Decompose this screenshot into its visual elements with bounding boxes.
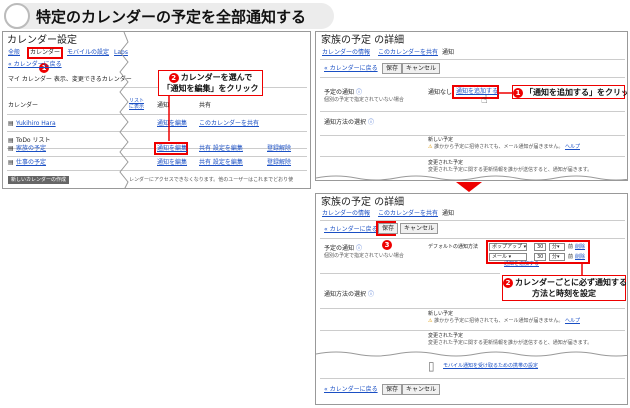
tab-calendar-info[interactable]: カレンダーの情報 [322,211,370,217]
my-calendars-heading: マイ カレンダー 表示、変更できるカレンダー [8,76,132,83]
details-heading: 家族の予定 の詳細 [321,197,405,208]
event-notify-label: 予定の通知 ⓘ [324,89,362,96]
tab-notifications[interactable]: 通知 [442,50,454,56]
cancel-button[interactable]: キャンセル [402,63,441,74]
event-notify-desc: 個別の予定で指定されていない場合 [324,97,404,103]
break-line-icon [119,32,129,188]
tab-share-calendar[interactable]: このカレンダーを共有 [378,211,438,217]
default-method-label: デフォルトの通知方法 [428,244,479,250]
tab-calendar[interactable]: カレンダー [30,50,60,56]
details-panel-bottom: 家族の予定 の詳細 カレンダーの情報 このカレンダーを共有 通知 « カレンダー… [315,193,628,405]
calendar-row-icon: ▤ [8,159,14,166]
tab-general[interactable]: 全般 [8,50,20,56]
callout-set-method-time: 2 カレンダーごとに必ず通知する 方法と時刻を設定 [502,275,627,301]
down-arrow-icon [456,182,482,192]
back-to-calendar-link[interactable]: « カレンダーに戻る [8,62,62,68]
callout-choose-calendar: 2 カレンダーを選んで 「通知を編集」をクリック [158,70,263,96]
settings-highlight-box [486,240,590,264]
changed-event-desc: 変更された予定に関する更新情報を誰かが送信すると、通知が届きます。 [428,340,593,346]
title-banner: 特定のカレンダーの予定を全部通知する [4,3,334,29]
changed-event-desc: 変更された予定に関する更新情報を誰かが送信すると、通知が届きます。 [428,167,593,173]
changed-event-title: 変更された予定 [428,333,464,339]
calendar-name: ToDo リスト [16,137,51,144]
page-title: 特定のカレンダーの予定を全部通知する [36,8,307,26]
edit-notify-link[interactable]: 通知を編集 [157,160,187,166]
details-panel-top: 家族の予定 の詳細 カレンダーの情報 このカレンダーを共有 通知 « カレンダー… [315,31,628,181]
save-button[interactable]: 保存 [382,384,403,395]
save-button[interactable]: 保存 [382,63,403,74]
calendar-row-icon: ▤ [8,145,14,152]
settings-heading: カレンダー設定 [7,35,77,46]
footer-note: レンダーにアクセスできなくなります。他のユーザーはこれまでどおり使 [129,177,294,183]
callout-pointer-icon [499,92,513,94]
break-line-icon [316,351,627,357]
share-settings-link[interactable]: 共有 設定を編集 [199,146,243,152]
calendar-name[interactable]: Yukihiro Hara [16,121,56,127]
method-label: 通知方法の選択 ⓘ [324,119,374,126]
method-label: 通知方法の選択 ⓘ [324,291,374,298]
mobile-setup-link[interactable]: モバイル通知を受け取るための携帯の設定 [443,364,538,369]
tab-share-calendar[interactable]: このカレンダーを共有 [378,50,438,56]
calendar-name[interactable]: 仕事の予定 [16,160,46,166]
hand-cursor-icon: ☝ [481,93,488,106]
changed-event-title: 変更された予定 [428,160,464,166]
tab-calendar-info[interactable]: カレンダーの情報 [322,50,370,56]
save-button[interactable]: 保存 [378,223,399,234]
edit-notify-link[interactable]: 通知を編集 [157,146,187,152]
cancel-button[interactable]: キャンセル [402,384,441,395]
share-link[interactable]: このカレンダーを共有 [199,121,259,127]
event-notify-desc: 個別の予定で指定されていない場合 [324,253,404,259]
back-to-calendar-link[interactable]: « カレンダーに戻る [324,387,378,393]
add-notification-link[interactable]: 通知を追加する [456,89,498,95]
back-to-calendar-link[interactable]: « カレンダーに戻る [324,227,378,233]
unsubscribe-link[interactable]: 登録解除 [267,160,291,166]
new-event-title: 新しい予定 [428,137,454,143]
calendar-settings-panel: カレンダー設定 全般 カレンダー モバイルの設定 Labs 1 « カレンダーに… [2,31,311,189]
tab-notifications[interactable]: 通知 [442,211,454,217]
back-to-calendar-link[interactable]: « カレンダーに戻る [324,66,378,72]
tab-mobile[interactable]: モバイルの設定 [67,50,109,56]
calendar-name[interactable]: 家族の予定 [16,146,46,152]
callout-pointer-icon [168,95,170,141]
cancel-button[interactable]: キャンセル [400,223,439,234]
break-line-icon [316,175,627,180]
no-notification-text: 通知なし [428,89,453,96]
share-settings-link[interactable]: 共有 設定を編集 [199,160,243,166]
col-calendar: カレンダー [8,102,39,109]
new-event-desc: ⚠ 誰かから予定に招待されても、メール通知が届きません。 ヘルプ [428,144,580,150]
new-event-desc: ⚠ 誰かから予定に招待されても、メール通知が届きません。 ヘルプ [428,318,580,324]
create-calendar-button[interactable]: 新しいカレンダーの作成 [8,176,70,184]
event-notify-label: 予定の通知 ⓘ [324,245,362,252]
callout-add-notification: 1 「通知を追加する」をクリック [512,85,627,99]
unsubscribe-link[interactable]: 登録解除 [267,146,291,152]
col-show-list[interactable]: リストに表示 [129,98,147,110]
new-event-title: 新しい予定 [428,311,454,317]
details-heading: 家族の予定 の詳細 [321,35,405,46]
col-share: 共有 [199,102,212,109]
phone-icon: ▯ [428,359,435,373]
calendar-row-icon: ▤ [8,137,14,144]
banner-circle-icon [4,3,30,29]
calendar-row-icon: ▤ [8,120,14,127]
